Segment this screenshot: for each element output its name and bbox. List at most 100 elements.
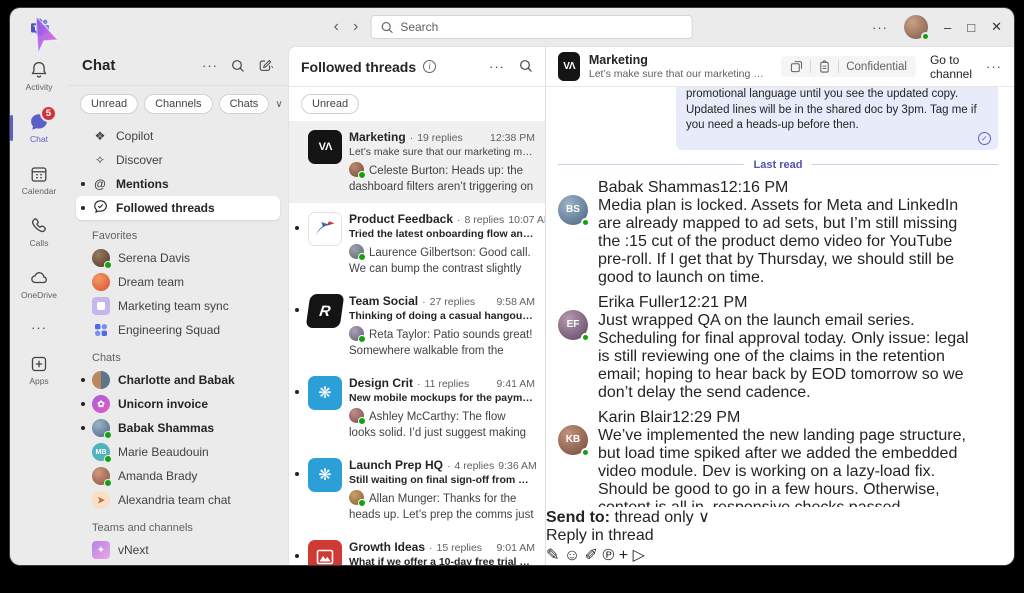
discover-sparkle-icon: ✧ — [92, 153, 108, 167]
sidebar-item-copilot[interactable]: ❖ Copilot — [76, 124, 280, 148]
thread-more-icon[interactable]: ··· — [986, 59, 1002, 74]
user-avatar[interactable] — [904, 15, 928, 39]
copilot-icon: ❖ — [92, 129, 108, 143]
search-input[interactable]: Search — [370, 15, 692, 39]
rail-item-onedrive[interactable]: OneDrive — [10, 258, 68, 310]
section-favorites[interactable]: Favorites — [76, 220, 280, 246]
threads-more-icon[interactable]: ··· — [489, 59, 505, 74]
launch-prep-channel-logo: ❋ — [308, 458, 342, 492]
filter-channels[interactable]: Channels — [144, 94, 212, 114]
read-receipt-icon: ✓ — [978, 132, 991, 145]
reply-composer[interactable]: Send to: thread only ∨ Reply in thread ✎… — [546, 507, 1014, 565]
confidential-badge[interactable]: Confidential — [781, 56, 916, 77]
rail-item-apps[interactable]: Apps — [10, 344, 68, 396]
sidebar-channel-alexandria-research[interactable]: Alexandria Research — [76, 562, 280, 565]
pane-title: Followed threads — [301, 59, 416, 75]
sidebar-chat-charlotte-and-babak[interactable]: Charlotte and Babak — [76, 368, 280, 392]
rail-item-calls[interactable]: Calls — [10, 206, 68, 258]
message-list: promotional language until you see the u… — [546, 87, 1014, 507]
sidebar-chat-amanda-brady[interactable]: Amanda Brady — [76, 464, 280, 488]
phone-icon — [29, 216, 49, 236]
sidebar-chat-unicorn-invoice[interactable]: ✿ Unicorn invoice — [76, 392, 280, 416]
threads-filter-unread[interactable]: Unread — [301, 94, 359, 114]
go-to-channel-link[interactable]: Go to channel — [930, 53, 972, 81]
titlebar: T ‹ › Search ··· – □ ✕ — [10, 8, 1014, 46]
avatar: MB — [92, 443, 110, 461]
followed-threads-icon — [92, 199, 108, 217]
sidebar-chat-alexandria-team-chat[interactable]: ➤ Alexandria team chat — [76, 488, 280, 512]
titlebar-more-icon[interactable]: ··· — [872, 20, 888, 35]
highlight-pen-icon[interactable]: ✐ — [585, 547, 598, 564]
team-social-channel-logo: R — [306, 294, 345, 328]
sidebar-chat-marie-beaudouin[interactable]: MB Marie Beaudouin — [76, 440, 280, 464]
sidebar-team-vnext[interactable]: ✦ vNext — [76, 538, 280, 562]
avatar: ✿ — [92, 395, 110, 413]
rail-item-calendar[interactable]: Calendar — [10, 154, 68, 206]
apps-icon — [29, 354, 49, 374]
sidebar-chat-marketing-team-sync[interactable]: Marketing team sync — [76, 294, 280, 318]
unread-dot — [295, 554, 299, 558]
sidebar-more-icon[interactable]: ··· — [202, 58, 218, 73]
app-rail: Activity 5 Chat Calendar Calls OneDrive … — [10, 46, 68, 565]
info-icon[interactable]: i — [423, 60, 436, 73]
presence-badge — [104, 431, 112, 439]
format-icon[interactable]: ✎ — [546, 547, 559, 564]
thread-item-product-feedback[interactable]: Product Feedback·8 replies10:07 AM Tried… — [289, 203, 545, 285]
attach-plus-icon[interactable]: + — [619, 547, 628, 564]
rail-more-icon[interactable]: ··· — [10, 310, 68, 344]
thread-subtitle: Let’s make sure that our marketing mater… — [589, 68, 772, 80]
design-crit-channel-logo: ❋ — [308, 376, 342, 410]
sidebar-chat-babak-shammas[interactable]: Babak Shammas — [76, 416, 280, 440]
thread-item-team-social[interactable]: R Team Social·27 replies9:58 AM Thinking… — [289, 285, 545, 367]
close-button[interactable]: ✕ — [991, 19, 1002, 35]
new-chat-icon[interactable] — [258, 58, 274, 73]
maximize-button[interactable]: □ — [967, 20, 975, 35]
send-icon[interactable]: ▷ — [633, 547, 645, 564]
threads-search-icon[interactable] — [519, 59, 533, 73]
filter-unread[interactable]: Unread — [80, 94, 138, 114]
minimize-button[interactable]: – — [944, 20, 951, 35]
search-icon — [380, 21, 393, 34]
section-chats[interactable]: Chats — [76, 342, 280, 368]
sidebar-item-discover[interactable]: ✧ Discover — [76, 148, 280, 172]
send-to-selector[interactable]: Send to: thread only ∨ — [546, 507, 1014, 527]
sidebar-chat-serena-davis[interactable]: Serena Davis — [76, 246, 280, 270]
forward-button[interactable]: › — [351, 19, 360, 35]
sidebar-item-mentions[interactable]: @ Mentions — [76, 172, 280, 196]
message-author: Karin Blair — [598, 409, 672, 426]
avatar: ✦ — [92, 541, 110, 559]
marketing-channel-logo: VΛ — [308, 130, 342, 164]
avatar — [92, 273, 110, 291]
own-message: promotional language until you see the u… — [558, 87, 998, 150]
sidebar-chat-dream-team[interactable]: Dream team — [76, 270, 280, 294]
avatar — [349, 326, 364, 341]
sidebar-search-icon[interactable] — [231, 59, 245, 73]
message-bubble: Just wrapped QA on the launch email seri… — [598, 312, 972, 402]
teams-window: T ‹ › Search ··· – □ ✕ Activity — [10, 8, 1014, 565]
reply-input[interactable]: Reply in thread — [546, 527, 1014, 545]
sidebar-item-followed-threads[interactable]: Followed threads — [76, 196, 280, 220]
back-button[interactable]: ‹ — [332, 19, 341, 35]
sidebar-chat-engineering-squad[interactable]: Engineering Squad — [76, 318, 280, 342]
mentions-at-icon: @ — [92, 177, 108, 191]
avatar — [92, 321, 110, 339]
thread-item-marketing[interactable]: VΛ Marketing·19 replies12:38 PM Let’s ma… — [289, 121, 545, 203]
emoji-icon[interactable]: ☺ — [564, 547, 580, 564]
unread-dot — [81, 206, 85, 210]
message-babak-shammas: BS Babak Shammas12:16 PM Media plan is l… — [558, 179, 998, 287]
presence-badge — [581, 448, 590, 457]
unread-dot — [81, 378, 85, 382]
chevron-down-icon: ∨ — [698, 509, 710, 526]
loop-component-icon[interactable]: ℗ — [603, 547, 615, 564]
thread-item-design-crit[interactable]: ❋ Design Crit·11 replies9:41 AM New mobi… — [289, 367, 545, 449]
thread-item-launch-prep-hq[interactable]: ❋ Launch Prep HQ·4 replies9:36 AM Still … — [289, 449, 545, 531]
growth-ideas-channel-logo — [308, 540, 342, 565]
thread-item-growth-ideas[interactable]: Growth Ideas·15 replies9:01 AM What if w… — [289, 531, 545, 565]
message-time: 12:29 PM — [672, 409, 740, 426]
unread-dot — [295, 472, 299, 476]
filter-chats[interactable]: Chats — [219, 94, 270, 114]
section-teams-and-channels[interactable]: Teams and channels — [76, 512, 280, 538]
rail-item-chat[interactable]: 5 Chat — [10, 102, 68, 154]
filters-collapse-icon[interactable]: ∨ — [275, 99, 282, 110]
unread-dot — [81, 182, 85, 186]
